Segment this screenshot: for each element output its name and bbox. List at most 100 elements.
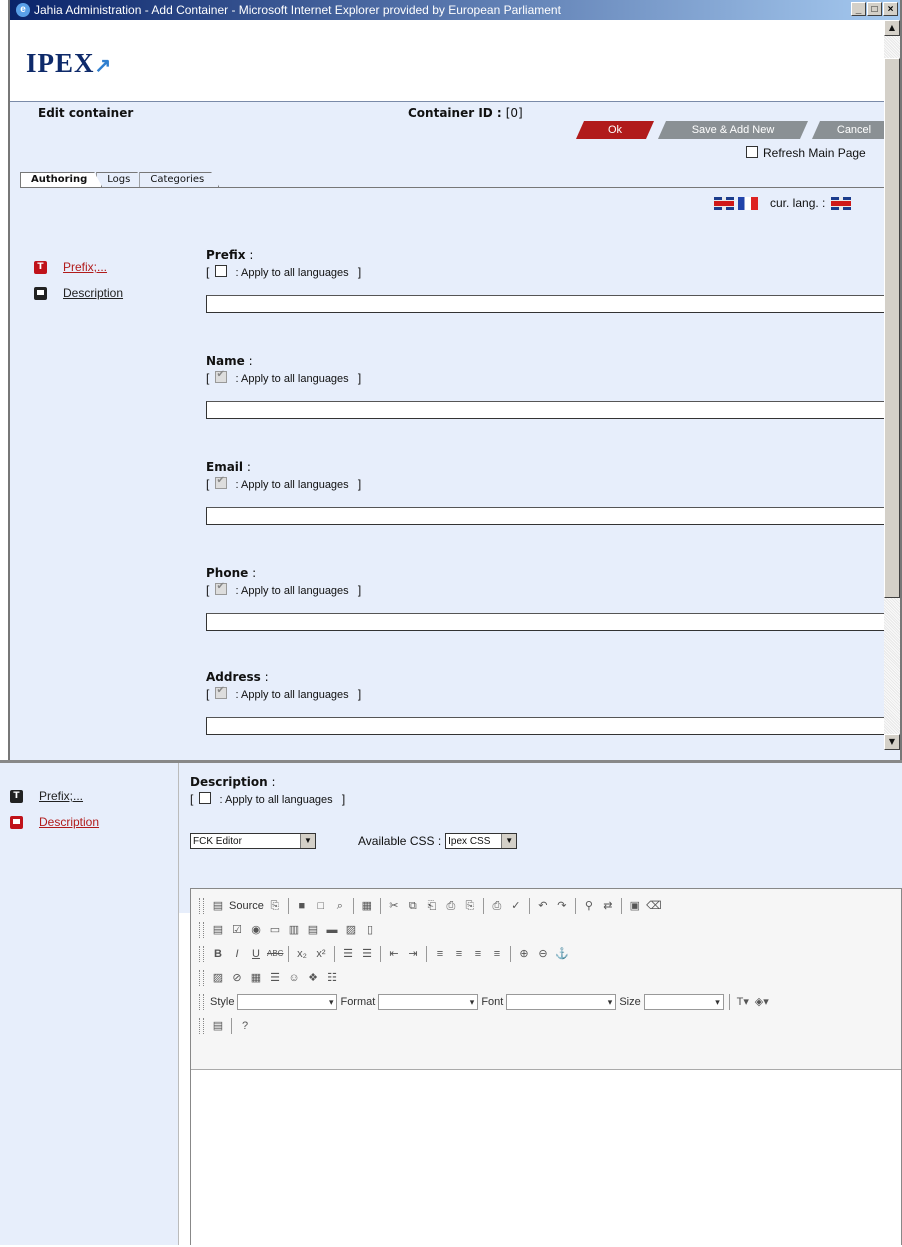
fr-flag-icon[interactable] — [738, 196, 758, 210]
superscript-icon[interactable]: x² — [313, 946, 329, 962]
source-icon[interactable]: ▤ — [210, 898, 226, 914]
anchor-icon[interactable]: ⚓ — [554, 946, 570, 962]
save-icon[interactable]: ■ — [294, 898, 310, 914]
editor-content-area[interactable] — [191, 1069, 901, 1247]
email-input[interactable] — [206, 507, 888, 525]
font-select[interactable] — [506, 994, 617, 1010]
ok-button[interactable]: Ok — [576, 121, 654, 139]
align-center-icon[interactable]: ≡ — [451, 946, 467, 962]
strikethrough-icon[interactable]: ABC — [267, 946, 283, 962]
paste-text-icon[interactable]: ⎗ — [424, 898, 440, 914]
apply-all-checkbox[interactable] — [215, 581, 228, 595]
show-blocks-icon[interactable]: ▤ — [210, 1018, 226, 1034]
address-input[interactable] — [206, 717, 888, 735]
ordered-list-icon[interactable]: ☰ — [340, 946, 356, 962]
new-page-icon[interactable]: □ — [313, 898, 329, 914]
underline-icon[interactable]: U — [248, 946, 264, 962]
special-char-icon[interactable]: ❖ — [305, 970, 321, 986]
unordered-list-icon[interactable]: ☰ — [359, 946, 375, 962]
nav-prefix-link[interactable]: Prefix;... — [39, 789, 83, 803]
help-icon[interactable]: ? — [237, 1018, 253, 1034]
table-icon[interactable]: ▦ — [248, 970, 264, 986]
flash-icon[interactable]: ⊘ — [229, 970, 245, 986]
undo-icon[interactable]: ↶ — [535, 898, 551, 914]
align-right-icon[interactable]: ≡ — [470, 946, 486, 962]
vertical-scrollbar[interactable]: ▲ ▼ — [884, 20, 900, 750]
textarea-icon[interactable]: ▥ — [286, 922, 302, 938]
print-icon[interactable]: ⎙ — [489, 898, 505, 914]
horizontal-rule-icon[interactable]: ☰ — [267, 970, 283, 986]
source-button[interactable]: Source — [229, 900, 264, 912]
scroll-down-icon[interactable]: ▼ — [884, 734, 900, 750]
italic-icon[interactable]: I — [229, 946, 245, 962]
select-all-icon[interactable]: ▣ — [627, 898, 643, 914]
textfield-icon[interactable]: ▭ — [267, 922, 283, 938]
style-select[interactable] — [237, 994, 338, 1010]
refresh-main-page[interactable]: Refresh Main Page — [746, 146, 866, 160]
nav-item-prefix[interactable]: T Prefix;... — [10, 785, 99, 807]
unlink-icon[interactable]: ⊖ — [535, 946, 551, 962]
css-select[interactable]: Ipex CSS ▼ — [445, 833, 518, 849]
bg-color-icon[interactable]: ◈▾ — [754, 994, 770, 1010]
nav-description-link[interactable]: Description — [63, 286, 123, 300]
form-icon[interactable]: ▤ — [210, 922, 226, 938]
nav-prefix-link[interactable]: Prefix;... — [63, 260, 107, 274]
apply-all-checkbox[interactable] — [199, 792, 212, 804]
nav-item-description[interactable]: Description — [10, 811, 99, 833]
format-select[interactable] — [378, 994, 479, 1010]
redo-icon[interactable]: ↷ — [554, 898, 570, 914]
minimize-button[interactable]: _ — [851, 2, 866, 16]
spellcheck-icon[interactable]: ✓ — [508, 898, 524, 914]
apply-all-checkbox[interactable] — [215, 475, 228, 489]
link-icon[interactable]: ⊕ — [516, 946, 532, 962]
tab-logs[interactable]: Logs — [96, 172, 145, 187]
scroll-up-icon[interactable]: ▲ — [884, 20, 900, 36]
close-button[interactable]: × — [883, 2, 898, 16]
paste-icon[interactable]: ⎘ — [267, 898, 283, 914]
select-field-icon[interactable]: ▤ — [305, 922, 321, 938]
ipex-logo[interactable]: IPEX↗ — [26, 48, 112, 79]
replace-icon[interactable]: ⇄ — [600, 898, 616, 914]
apply-all-checkbox[interactable] — [215, 265, 228, 277]
align-justify-icon[interactable]: ≡ — [489, 946, 505, 962]
bold-icon[interactable]: B — [210, 946, 226, 962]
maximize-button[interactable]: □ — [867, 2, 882, 16]
size-select[interactable] — [643, 994, 724, 1010]
hidden-field-icon[interactable]: ▯ — [362, 922, 378, 938]
tab-categories[interactable]: Categories — [139, 172, 219, 187]
apply-all-checkbox[interactable] — [215, 369, 228, 383]
image-icon[interactable]: ▨ — [210, 970, 226, 986]
copy-icon[interactable]: ⧉ — [405, 898, 421, 914]
templates-icon[interactable]: ▦ — [359, 898, 375, 914]
prefix-input[interactable] — [206, 295, 888, 313]
preview-icon[interactable]: ⌕ — [332, 898, 348, 914]
apply-all-checkbox[interactable] — [215, 685, 228, 699]
remove-format-icon[interactable]: ⌫ — [646, 898, 662, 914]
image-button-icon[interactable]: ▨ — [343, 922, 359, 938]
paste-special-icon[interactable]: ⎘ — [462, 898, 478, 914]
indent-icon[interactable]: ⇥ — [405, 946, 421, 962]
align-left-icon[interactable]: ≡ — [432, 946, 448, 962]
checkbox-icon[interactable]: ☑ — [229, 922, 245, 938]
page-break-icon[interactable]: ☷ — [324, 970, 340, 986]
radio-icon[interactable]: ◉ — [248, 922, 264, 938]
save-add-new-button[interactable]: Save & Add New — [658, 121, 808, 139]
uk-flag-icon[interactable] — [714, 196, 734, 210]
nav-item-description[interactable]: Description — [34, 282, 123, 304]
smiley-icon[interactable]: ☺ — [286, 970, 302, 986]
find-icon[interactable]: ⚲ — [581, 898, 597, 914]
editor-select[interactable]: FCK Editor ▼ — [190, 833, 316, 849]
paste-word-icon[interactable]: ⎙ — [443, 898, 459, 914]
name-input[interactable] — [206, 401, 888, 419]
subscript-icon[interactable]: x₂ — [294, 946, 310, 962]
outdent-icon[interactable]: ⇤ — [386, 946, 402, 962]
nav-description-link[interactable]: Description — [39, 815, 99, 829]
refresh-checkbox[interactable] — [746, 146, 758, 158]
tab-authoring[interactable]: Authoring — [20, 172, 102, 187]
cut-icon[interactable]: ✂ — [386, 898, 402, 914]
button-field-icon[interactable]: ▬ — [324, 922, 340, 938]
phone-input[interactable] — [206, 613, 888, 631]
nav-item-prefix[interactable]: T Prefix;... — [34, 256, 123, 278]
scroll-thumb[interactable] — [884, 58, 900, 598]
text-color-icon[interactable]: T▾ — [735, 994, 751, 1010]
